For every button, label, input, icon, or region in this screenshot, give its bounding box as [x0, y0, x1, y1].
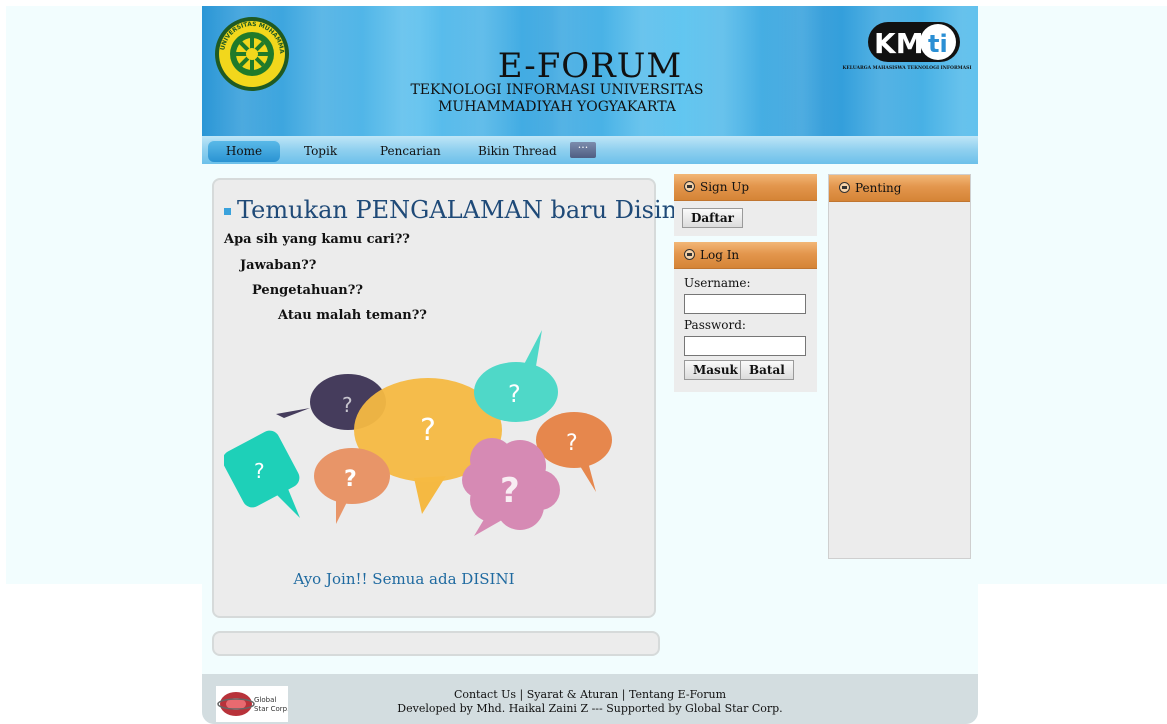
username-input[interactable] [684, 294, 806, 314]
nav-bikin-thread[interactable]: Bikin Thread [478, 140, 557, 162]
daftar-button[interactable]: Daftar [682, 208, 743, 228]
svg-text:KM: KM [874, 27, 924, 60]
bubble-question-mark: ? [254, 459, 265, 483]
bubble-question-mark: ? [344, 467, 357, 492]
nav-pencarian[interactable]: Pencarian [380, 140, 441, 162]
masuk-button[interactable]: Masuk [684, 360, 747, 380]
bubble-question-mark: ? [508, 380, 521, 408]
svg-text:ti: ti [928, 30, 948, 58]
secondary-panel [212, 631, 660, 656]
password-label: Password: [684, 318, 746, 332]
collapse-circle-icon[interactable] [684, 249, 695, 260]
bubble-question-mark: ? [566, 431, 578, 456]
collapse-circle-icon[interactable] [839, 182, 850, 193]
question-line: Apa sih yang kamu cari?? [224, 232, 410, 247]
batal-button[interactable]: Batal [740, 360, 794, 380]
penting-box: Penting [828, 174, 971, 559]
welcome-panel: Temukan PENGALAMAN baru Disini !!! Apa s… [212, 178, 721, 618]
site-header: UNIVERSITAS MUHAMMADIYAH YOGYAKARTA E-FO… [202, 6, 978, 136]
main-nav: Home Topik Pencarian Bikin Thread ··· [202, 136, 978, 164]
question-line: Jawaban?? [240, 258, 317, 273]
question-line: Pengetahuan?? [252, 283, 363, 298]
footer-links: Contact Us | Syarat & Aturan | Tentang E… [453, 688, 727, 701]
nav-home[interactable]: Home [208, 140, 280, 162]
signup-box: Sign Up Daftar [674, 174, 817, 236]
kmti-logo-icon: KM ti [868, 22, 960, 62]
syarat-aturan-link[interactable]: Syarat & Aturan [527, 688, 619, 701]
join-cta-text: Ayo Join!! Semua ada DISINI [293, 570, 515, 588]
footer-credit: Developed by Mhd. Haikal Zaini Z --- Sup… [397, 702, 783, 715]
bubble-question-mark: ? [342, 393, 353, 417]
site-footer: Global Star Corp. Contact Us | Syarat & … [202, 674, 978, 724]
welcome-headline: Temukan PENGALAMAN baru Disini !!! [224, 196, 721, 224]
contact-us-link[interactable]: Contact Us [454, 688, 516, 701]
password-input[interactable] [684, 336, 806, 356]
tentang-eforum-link[interactable]: Tentang E-Forum [629, 688, 726, 701]
bubble-question-mark: ? [500, 471, 520, 511]
kmti-caption: KELUARGA MAHASISWA TEKNOLOGI INFORMASI [842, 66, 972, 71]
more-menu-icon[interactable]: ··· [570, 142, 596, 158]
nav-topik[interactable]: Topik [304, 140, 337, 162]
login-box: Log In Username: Password: Masuk Batal [674, 242, 817, 392]
page-subtitle: TEKNOLOGI INFORMASI UNIVERSITAS MUHAMMAD… [410, 82, 704, 115]
speech-bubbles-illustration: ? ? ? ? ? ? ? [224, 330, 612, 536]
site-container: UNIVERSITAS MUHAMMADIYAH YOGYAKARTA E-FO… [202, 6, 978, 724]
login-header: Log In [674, 242, 817, 269]
question-line: Atau malah teman?? [278, 308, 427, 323]
penting-header: Penting [829, 175, 970, 202]
collapse-circle-icon[interactable] [684, 181, 695, 192]
bubble-question-mark: ? [420, 413, 436, 448]
bullet-icon [224, 208, 231, 215]
signup-header: Sign Up [674, 174, 817, 201]
username-label: Username: [684, 276, 751, 290]
